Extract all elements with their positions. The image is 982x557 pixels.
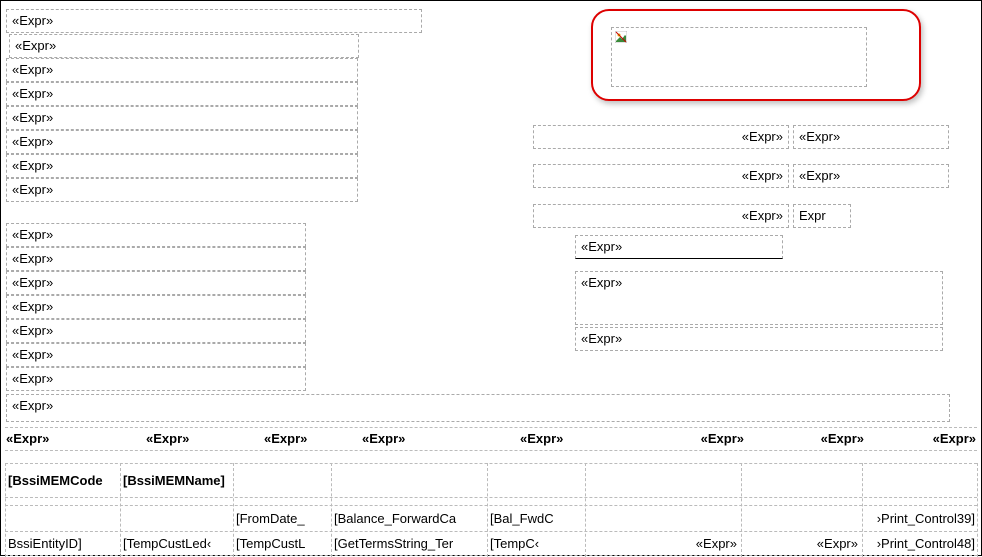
data-cell[interactable]: [Balance_ForwardCa [334,511,456,526]
expr-cell[interactable]: «Expr» [6,82,358,106]
expr-cell[interactable]: «Expr» [6,130,358,154]
row-divider [5,505,977,506]
data-cell[interactable]: ›Print_Control39] [862,511,975,526]
expr-cell[interactable]: «Expr» [6,295,306,319]
col-divider [977,463,978,557]
expr-cell[interactable]: «Expr» [6,247,306,271]
expr-cell[interactable]: «Expr» [6,178,358,202]
data-cell[interactable]: [BssiMEMCode [8,473,103,488]
broken-image-icon [615,31,627,43]
row-divider [5,450,977,451]
expr-cell[interactable]: «Expr» [575,235,783,259]
expr-cell[interactable]: «Expr» [6,271,306,295]
expr-cell[interactable]: «Expr» [533,125,789,149]
expr-cell[interactable]: «Expr» [575,327,943,351]
data-cell[interactable]: ›Print_Control48] [862,536,975,551]
expr-cell[interactable]: «Expr» [6,106,358,130]
col-divider [741,463,742,557]
expr-cell-truncated[interactable]: Expr [793,204,851,228]
data-cell[interactable]: [GetTermsString_Ter [334,536,453,551]
data-cell[interactable]: [TempCustL [236,536,305,551]
col-divider [120,463,121,557]
data-cell[interactable]: [TempC‹ [490,536,539,551]
col-divider [487,463,488,557]
column-header: «Expr» [881,431,976,446]
row-divider [5,463,977,464]
row-divider [5,531,977,532]
col-divider [585,463,586,557]
column-header: «Expr» [520,431,630,446]
expr-cell[interactable]: «Expr» [6,343,306,367]
data-cell[interactable]: [Bal_FwdC [490,511,554,526]
image-placeholder[interactable] [611,27,867,87]
col-divider [331,463,332,557]
col-divider [5,463,6,557]
expr-cell[interactable]: «Expr» [6,319,306,343]
expr-cell[interactable]: «Expr» [533,204,789,228]
data-cell[interactable]: «Expr» [621,536,737,551]
expr-cell[interactable]: «Expr» [793,164,949,188]
data-cell[interactable]: «Expr» [748,536,858,551]
data-cell[interactable]: [TempCustLed‹ [123,536,211,551]
expr-cell[interactable]: «Expr» [9,34,359,58]
column-header: «Expr» [6,431,116,446]
expr-cell[interactable]: «Expr» [533,164,789,188]
expr-cell[interactable]: «Expr» [793,125,949,149]
column-header: «Expr» [754,431,864,446]
expr-cell[interactable]: «Expr» [6,367,306,391]
data-cell[interactable]: [BssiMEMName] [123,473,225,488]
expr-cell[interactable]: «Expr» [6,223,306,247]
expr-cell[interactable]: «Expr» [6,9,422,33]
col-divider [233,463,234,557]
column-header: «Expr» [146,431,256,446]
expr-cell[interactable]: «Expr» [6,394,950,422]
data-cell[interactable]: BssiEntityID] [8,536,82,551]
expr-cell[interactable]: «Expr» [6,154,358,178]
row-divider [5,427,977,428]
column-header: «Expr» [362,431,472,446]
expr-cell[interactable]: «Expr» [6,58,358,82]
column-header: «Expr» [264,431,374,446]
column-header: «Expr» [624,431,744,446]
data-cell[interactable]: [FromDate_ [236,511,305,526]
expr-cell-multiline[interactable]: «Expr» [575,271,943,325]
row-divider [5,497,977,498]
